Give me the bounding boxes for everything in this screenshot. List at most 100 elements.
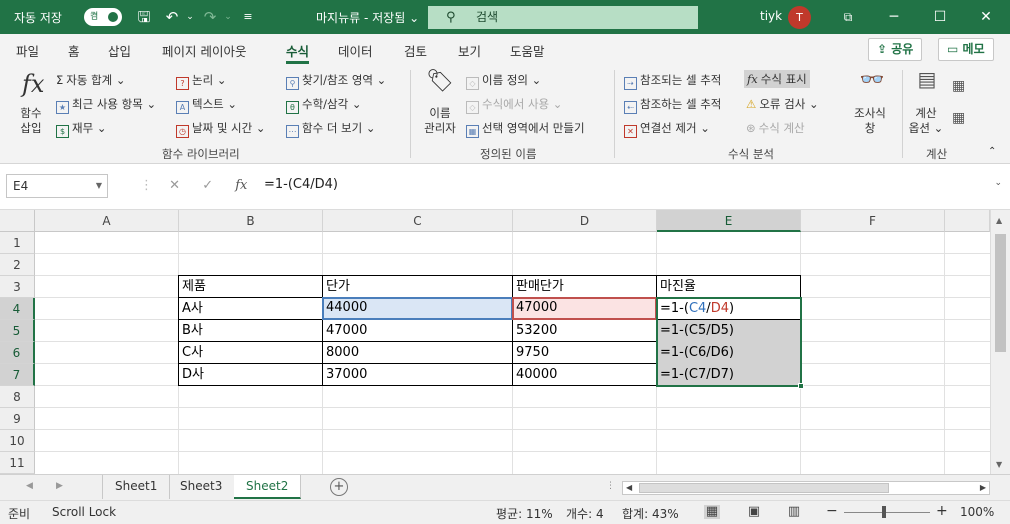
next-sheet-icon[interactable]: ▶ — [56, 481, 63, 491]
tab-data[interactable]: 데이터 — [338, 41, 373, 60]
cell-d5[interactable]: 53200 — [513, 320, 557, 341]
name-manager-button[interactable]: 이름 관리자 — [418, 106, 462, 136]
row-header-1[interactable]: 1 — [0, 232, 35, 254]
error-checking-button[interactable]: ⚠ 오류 검사 ⌄ — [746, 96, 819, 112]
page-break-view-icon[interactable]: ▥ — [786, 505, 802, 519]
tab-view[interactable]: 보기 — [458, 41, 481, 60]
scroll-down-icon[interactable]: ▼ — [996, 460, 1002, 469]
cell-e5[interactable]: =1-(C5/D5) — [657, 320, 734, 341]
sheet-tab-sheet3[interactable]: Sheet3 — [168, 475, 236, 499]
minimize-icon[interactable]: ─ — [882, 6, 906, 28]
datetime-button[interactable]: ◷ 날짜 및 시간 ⌄ — [176, 120, 266, 138]
cell-c4[interactable]: 44000 — [322, 297, 513, 320]
calculation-options-button[interactable]: 계산 옵션 ⌄ — [904, 106, 948, 136]
column-header-d[interactable]: D — [513, 210, 657, 232]
column-header-e[interactable]: E — [657, 210, 801, 232]
page-layout-view-icon[interactable]: ▣ — [746, 505, 762, 519]
lookup-button[interactable]: ⚲ 찾기/참조 영역 ⌄ — [286, 72, 386, 90]
redo-icon[interactable]: ↷ — [200, 6, 220, 28]
sheet-tab-sheet2[interactable]: Sheet2 — [234, 475, 302, 499]
row-header-6[interactable]: 6 — [0, 342, 35, 364]
trace-precedents-button[interactable]: ⇢ 참조되는 셀 추적 — [624, 72, 721, 90]
cell-c7[interactable]: 37000 — [323, 364, 367, 385]
row-header-3[interactable]: 3 — [0, 276, 35, 298]
tab-home[interactable]: 홈 — [68, 41, 80, 60]
tab-review[interactable]: 검토 — [404, 41, 427, 60]
remove-arrows-button[interactable]: ✕ 연결선 제거 ⌄ — [624, 120, 710, 138]
cell-d4[interactable]: 47000 — [512, 297, 657, 320]
calculate-sheet-icon[interactable]: ▦ — [952, 110, 965, 126]
cell-c5[interactable]: 47000 — [323, 320, 367, 341]
prev-sheet-icon[interactable]: ◀ — [26, 481, 33, 491]
cell-c6[interactable]: 8000 — [323, 342, 359, 363]
zoom-track[interactable] — [844, 512, 930, 513]
add-sheet-button[interactable]: + — [330, 478, 348, 496]
zoom-out-icon[interactable]: − — [826, 503, 838, 519]
zoom-in-icon[interactable]: + — [936, 503, 948, 519]
cell-d7[interactable]: 40000 — [513, 364, 557, 385]
tab-formulas[interactable]: 수식 — [286, 41, 310, 64]
row-header-10[interactable]: 10 — [0, 430, 35, 452]
scroll-right-icon[interactable]: ▶ — [980, 482, 986, 494]
row-header-9[interactable]: 9 — [0, 408, 35, 430]
share-button[interactable]: ⇪ 공유 — [868, 38, 923, 61]
cell-b6[interactable]: C사 — [179, 342, 203, 363]
cell-b4[interactable]: A사 — [179, 298, 203, 319]
recent-functions-button[interactable]: ★ 최근 사용 항목 ⌄ — [56, 96, 156, 114]
vertical-scrollbar[interactable]: ▲ ▼ — [990, 210, 1010, 474]
cell-b7[interactable]: D사 — [179, 364, 204, 385]
column-header-b[interactable]: B — [179, 210, 323, 232]
math-button[interactable]: θ 수학/삼각 ⌄ — [286, 96, 362, 114]
create-from-selection-button[interactable]: ▦ 선택 영역에서 만들기 — [466, 120, 585, 138]
ribbon-display-icon[interactable]: ⧉ — [836, 6, 860, 28]
column-header-a[interactable]: A — [35, 210, 179, 232]
fx-icon[interactable]: fx — [235, 178, 247, 193]
search-box[interactable]: ⚲ 검색 — [428, 6, 698, 29]
scroll-left-icon[interactable]: ◀ — [626, 482, 632, 494]
evaluate-formula-button[interactable]: ⊛ 수식 계산 — [746, 120, 805, 136]
scroll-up-icon[interactable]: ▲ — [996, 216, 1002, 225]
formula-input[interactable]: =1-(C4/D4) — [264, 177, 338, 192]
fill-handle[interactable] — [798, 383, 804, 389]
close-icon[interactable]: ✕ — [974, 6, 998, 28]
redo-dropdown-icon[interactable]: ⌄ — [218, 6, 238, 28]
zoom-slider-thumb[interactable] — [882, 506, 886, 518]
enter-icon[interactable]: ✓ — [202, 178, 213, 193]
maximize-icon[interactable]: ☐ — [928, 6, 952, 28]
select-all-corner[interactable] — [0, 210, 35, 232]
tab-splitter-icon[interactable]: ⋮ — [606, 481, 615, 491]
undo-icon[interactable]: ↶ — [162, 6, 182, 28]
worksheet-grid[interactable]: A B C D E F 1 2 3 4 5 6 7 8 9 10 11 제품 단… — [0, 210, 1010, 474]
column-header-g[interactable] — [945, 210, 990, 232]
show-formulas-button[interactable]: fx 수식 표시 — [744, 70, 810, 88]
hscroll-thumb[interactable] — [639, 483, 889, 493]
autosave-toggle[interactable]: 켬 — [84, 8, 122, 26]
name-box[interactable]: E4 ▼ — [6, 174, 108, 198]
logical-button[interactable]: ? 논리 ⌄ — [176, 72, 226, 90]
cell-d6[interactable]: 9750 — [513, 342, 549, 363]
cell-c3[interactable]: 단가 — [323, 276, 512, 297]
row-header-8[interactable]: 8 — [0, 386, 35, 408]
user-name[interactable]: tiyk — [760, 9, 782, 23]
cell-b5[interactable]: B사 — [179, 320, 203, 341]
define-name-button[interactable]: ◇ 이름 정의 ⌄ — [466, 72, 541, 90]
document-title[interactable]: 마지뉴류 - 저장됨 ⌄ — [316, 9, 419, 26]
row-header-11[interactable]: 11 — [0, 452, 35, 474]
expand-formula-bar-icon[interactable]: ⌄ — [994, 178, 1002, 188]
options-icon[interactable]: ⋮ — [140, 178, 153, 193]
save-icon[interactable]: 🖫 — [134, 6, 154, 28]
tab-insert[interactable]: 삽입 — [108, 41, 131, 60]
cell-d3[interactable]: 판매단가 — [513, 276, 656, 297]
tab-page-layout[interactable]: 페이지 레이아웃 — [162, 41, 246, 60]
autosum-button[interactable]: Σ 자동 합계 ⌄ — [56, 72, 126, 88]
cell-e7[interactable]: =1-(C7/D7) — [657, 364, 734, 385]
undo-dropdown-icon[interactable]: ⌄ — [180, 6, 200, 28]
name-box-dropdown-icon[interactable]: ▼ — [96, 175, 102, 197]
watch-window-button[interactable]: 조사식 창 — [848, 106, 892, 136]
trace-dependents-button[interactable]: ⇠ 참조하는 셀 추적 — [624, 96, 721, 114]
horizontal-scrollbar[interactable]: ◀ ▶ — [622, 481, 990, 495]
customize-toolbar-icon[interactable]: ≡ — [238, 6, 258, 28]
more-functions-button[interactable]: ⋯ 함수 더 보기 ⌄ — [286, 120, 376, 138]
normal-view-icon[interactable]: ▦ — [704, 505, 720, 519]
use-in-formula-button[interactable]: ◇ 수식에서 사용 ⌄ — [466, 96, 562, 114]
